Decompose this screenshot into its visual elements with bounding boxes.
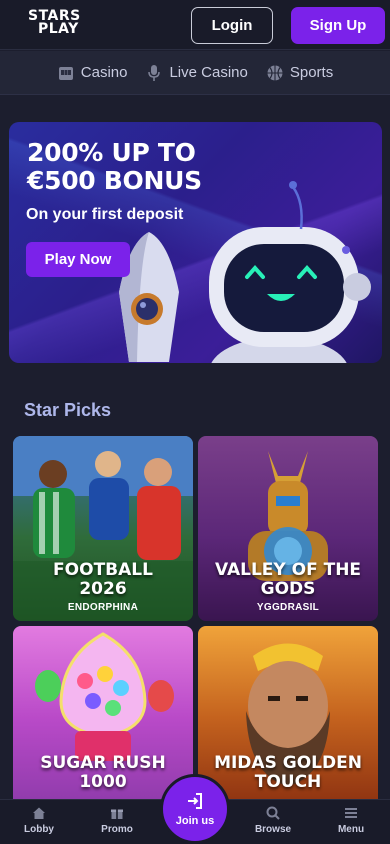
game-tile-sugar-rush-1000[interactable]: SUGAR RUSH 1000 — [13, 626, 193, 811]
gift-icon — [111, 809, 123, 819]
bottom-nav-promo[interactable]: Promo — [87, 806, 147, 835]
game-provider: YGGDRASIL — [256, 602, 320, 613]
sign-in-icon — [188, 793, 202, 809]
banner-title: 200% UP TO €500 BONUS — [27, 139, 247, 195]
robot-rocket-illustration — [119, 181, 371, 363]
signup-button[interactable]: Sign Up — [291, 7, 385, 44]
game-title-line-1: MIDAS GOLDEN — [214, 753, 362, 773]
banner-subtitle: On your first deposit — [26, 206, 184, 223]
top-header: STARS PLAY Login Sign Up — [0, 0, 390, 50]
game-title-line-1: VALLEY OF THE — [214, 560, 362, 580]
star-picks-title: Star Picks — [24, 400, 112, 420]
game-title-line-2: GODS — [260, 579, 316, 599]
game-title-line-2: TOUCH — [254, 772, 322, 792]
bottom-nav-browse-label: Browse — [254, 824, 292, 835]
bottom-nav-lobby[interactable]: Lobby — [9, 806, 69, 835]
game-title-line-1: FOOTBALL — [53, 560, 153, 580]
nav-sports-label: Sports — [289, 64, 334, 81]
join-us-button[interactable]: Join us — [160, 774, 230, 844]
bottom-nav-promo-label: Promo — [101, 824, 133, 835]
game-title: VALLEY OF THE GODS — [198, 561, 378, 599]
banner-title-line-2: €500 BONUS — [27, 166, 202, 195]
bottom-nav-menu[interactable]: Menu — [321, 806, 381, 835]
bottom-nav-menu-label: Menu — [337, 824, 365, 835]
home-icon — [33, 807, 45, 819]
nav-casino-label: Casino — [80, 64, 128, 81]
nav-casino[interactable]: Casino — [57, 64, 128, 82]
login-button[interactable]: Login — [191, 7, 273, 44]
category-nav: Casino Live Casino Sports — [0, 51, 390, 95]
logo-line-2: PLAY — [38, 21, 79, 37]
bottom-nav-browse[interactable]: Browse — [243, 806, 303, 835]
game-title: SUGAR RUSH 1000 — [13, 754, 193, 792]
game-tile-midas-golden-touch[interactable]: MIDAS GOLDEN TOUCH — [198, 626, 378, 811]
hamburger-menu-icon — [345, 808, 357, 818]
slot-machine-icon — [58, 66, 73, 80]
game-tile-football-2026[interactable]: FOOTBALL 2026 ENDORPHINA — [13, 436, 193, 621]
game-title-line-2: 2026 — [79, 579, 127, 599]
game-title: MIDAS GOLDEN TOUCH — [198, 754, 378, 792]
play-now-button[interactable]: Play Now — [26, 242, 130, 277]
nav-live-casino-label: Live Casino — [169, 64, 248, 81]
nav-sports[interactable]: Sports — [266, 64, 333, 82]
bonus-banner[interactable]: 200% UP TO €500 BONUS On your first depo… — [9, 122, 382, 363]
basketball-icon — [267, 65, 283, 80]
nav-live-casino[interactable]: Live Casino — [145, 64, 248, 82]
search-icon — [266, 806, 280, 820]
join-us-label: Join us — [175, 815, 215, 827]
microphone-icon — [148, 64, 161, 81]
banner-title-line-1: 200% UP TO — [27, 138, 196, 167]
game-title-line-1: SUGAR RUSH — [40, 753, 166, 773]
game-provider: ENDORPHINA — [67, 602, 139, 613]
game-tile-valley-of-the-gods[interactable]: VALLEY OF THE GODS YGGDRASIL — [198, 436, 378, 621]
starsplay-logo[interactable]: STARS PLAY — [28, 9, 98, 40]
game-title: FOOTBALL 2026 — [13, 561, 193, 599]
bottom-nav-lobby-label: Lobby — [24, 824, 54, 835]
